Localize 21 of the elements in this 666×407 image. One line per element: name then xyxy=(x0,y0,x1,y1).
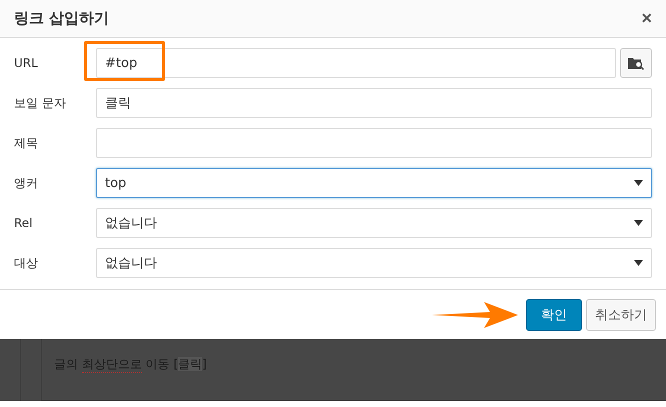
text-field[interactable] xyxy=(96,128,652,158)
field-label: 대상 xyxy=(14,254,39,272)
folder-search-icon xyxy=(628,56,644,70)
field-label: 앵커 xyxy=(14,174,39,192)
cancel-button[interactable]: 취소하기 xyxy=(586,298,656,330)
select-field[interactable]: 없습니다 xyxy=(96,248,652,278)
confirm-button[interactable]: 확인 xyxy=(526,298,582,330)
field-label: 보일 문자 xyxy=(14,94,67,112)
url-field[interactable]: #top xyxy=(96,48,616,78)
field-label: 제목 xyxy=(14,134,39,152)
browse-button[interactable] xyxy=(620,48,652,78)
select-field[interactable]: top xyxy=(96,168,652,198)
dialog-title: 링크 삽입하기 xyxy=(14,9,110,28)
select-field[interactable]: 없습니다 xyxy=(96,208,652,238)
field-label: Rel xyxy=(14,216,34,230)
caret-icon xyxy=(634,220,643,226)
close-button[interactable]: × xyxy=(641,8,652,29)
field-label: URL xyxy=(14,56,39,70)
caret-icon xyxy=(634,180,643,186)
caret-icon xyxy=(634,260,643,266)
text-field[interactable]: 클릭 xyxy=(96,88,652,118)
